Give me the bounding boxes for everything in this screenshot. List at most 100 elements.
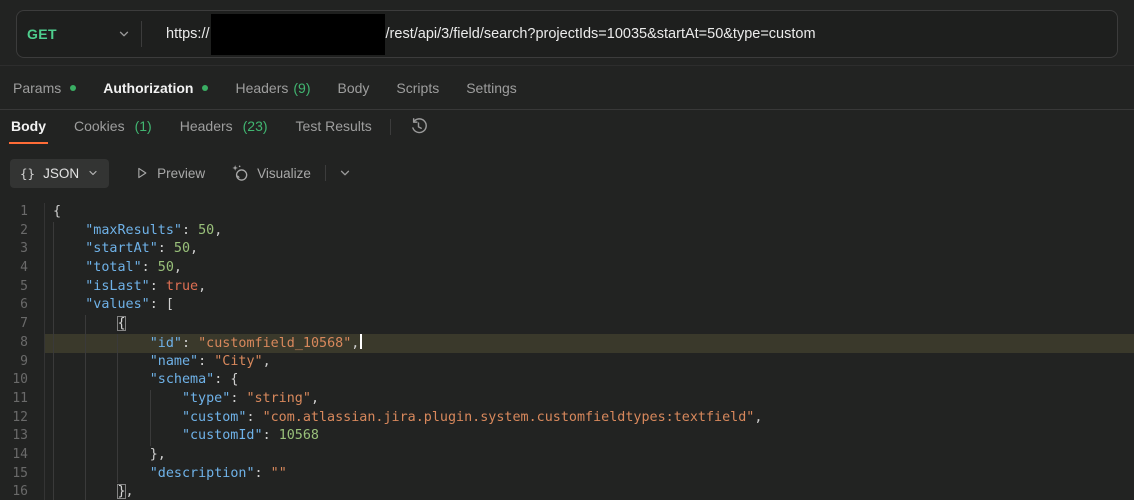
request-tab-params[interactable]: Params <box>13 80 77 96</box>
code-content: "values": [ <box>45 296 1134 316</box>
code-content: "schema": { <box>45 371 1134 390</box>
play-icon <box>135 166 149 180</box>
code-token: "custom" <box>181 409 247 425</box>
indent-guide <box>53 277 85 297</box>
code-line[interactable]: 10 "schema": { <box>0 371 1134 390</box>
tab-label: Body <box>11 118 46 134</box>
code-line[interactable]: 12 "custom": "com.atlassian.jira.plugin.s… <box>0 408 1134 428</box>
code-line[interactable]: 6 "values": [ <box>0 296 1134 316</box>
code-line[interactable]: 3 "startAt": 50, <box>0 240 1134 260</box>
indent-guide <box>53 427 85 446</box>
code-content: "customId": 10568 <box>45 427 1134 446</box>
code-token: 50 <box>157 260 174 276</box>
redacted-url-host <box>210 13 385 55</box>
code-token: "startAt" <box>85 241 158 257</box>
code-content: "type": "string", <box>45 389 1134 409</box>
code-token: , <box>754 409 763 425</box>
request-tab-body[interactable]: Body <box>338 80 370 96</box>
code-line[interactable]: 8 "id": "customfield_10568", <box>0 333 1134 353</box>
request-tab-scripts[interactable]: Scripts <box>396 80 439 96</box>
indent-guide <box>149 427 182 446</box>
line-number: 7 <box>0 315 45 334</box>
response-tab-cookies[interactable]: Cookies (1) <box>72 110 154 144</box>
code-token: "name" <box>149 353 199 369</box>
code-lines: 1{2 "maxResults": 50, 3 "startAt": 50, 4 "tot… <box>0 203 1134 500</box>
response-tab-headers[interactable]: Headers (23) <box>178 110 270 144</box>
divider <box>389 119 391 135</box>
code-token: { <box>117 316 126 332</box>
code-token: : <box>198 353 215 369</box>
response-body-editor[interactable]: 1{2 "maxResults": 50, 3 "startAt": 50, 4 "tot… <box>0 196 1134 500</box>
tab-label: Test Results <box>295 118 372 134</box>
request-tab-headers[interactable]: Headers (9) <box>235 80 310 96</box>
text-cursor <box>360 333 363 349</box>
code-line[interactable]: 16}, <box>0 483 1134 500</box>
visualize-label: Visualize <box>257 165 311 181</box>
indent-guide <box>53 464 85 484</box>
tab-count: (1) <box>134 118 152 134</box>
preview-button[interactable]: Preview <box>135 166 205 181</box>
code-token: , <box>262 353 271 369</box>
code-line[interactable]: 13 "customId": 10568 <box>0 427 1134 446</box>
code-token: "description" <box>149 465 255 481</box>
code-content: }, <box>45 445 1134 465</box>
code-token: 10568 <box>278 428 319 444</box>
code-line[interactable]: 2 "maxResults": 50, <box>0 221 1134 241</box>
code-token: : <box>181 335 199 351</box>
code-token: : <box>230 390 247 406</box>
history-clock-icon <box>409 117 428 136</box>
code-line[interactable]: 14}, <box>0 445 1134 465</box>
code-line[interactable]: 1{ <box>0 203 1134 222</box>
code-line[interactable]: 7{ <box>0 315 1134 334</box>
braces-icon: {} <box>20 165 36 181</box>
code-line[interactable]: 9 "name": "City", <box>0 352 1134 372</box>
code-line[interactable]: 11 "type": "string", <box>0 389 1134 409</box>
url-bar: GET https:// /rest/api/3/field/search?pro… <box>16 10 1118 58</box>
indent-guide <box>85 371 117 390</box>
request-tab-settings[interactable]: Settings <box>466 80 517 96</box>
code-content: "id": "customfield_10568", <box>45 333 1134 353</box>
method-selector[interactable]: GET <box>17 26 141 42</box>
code-content: "startAt": 50, <box>45 240 1134 260</box>
response-tab-test-results[interactable]: Test Results <box>294 110 374 144</box>
response-history-button[interactable] <box>405 112 433 140</box>
line-number: 13 <box>0 427 45 446</box>
code-token: : <box>149 278 166 294</box>
code-token: }, <box>149 446 166 462</box>
code-token: : <box>141 260 158 276</box>
code-content: { <box>45 315 1134 334</box>
url-prefix: https:// <box>166 26 210 42</box>
indent-guide <box>85 483 117 500</box>
indent-guide <box>53 240 85 260</box>
code-line[interactable]: 5 "isLast": true, <box>0 277 1134 297</box>
sparkle-ball-icon <box>231 164 249 182</box>
code-token: { <box>53 204 62 219</box>
collapse-response-button[interactable] <box>338 166 352 180</box>
code-token: : <box>254 465 271 481</box>
line-number: 6 <box>0 296 45 316</box>
method-label: GET <box>27 26 57 42</box>
request-tab-authorization[interactable]: Authorization <box>103 80 209 96</box>
format-selector[interactable]: {} JSON <box>10 158 110 188</box>
code-content: "name": "City", <box>45 352 1134 372</box>
response-tab-row: Body Cookies (1) Headers (23) Test Results <box>0 110 1134 150</box>
divider <box>141 21 142 47</box>
code-token: , <box>214 222 223 238</box>
visualize-button[interactable]: Visualize <box>231 164 311 182</box>
response-body-toolbar: {} JSON Preview Visualize <box>0 150 1134 196</box>
url-input[interactable]: https:// /rest/api/3/field/search?project… <box>166 13 1117 55</box>
code-token: : <box>246 409 263 425</box>
indent-guide <box>53 408 85 428</box>
code-line[interactable]: 4 "total": 50, <box>0 259 1134 278</box>
code-token: "com.atlassian.jira.plugin.system.custom… <box>262 409 755 425</box>
code-token: "total" <box>85 260 142 276</box>
line-number: 11 <box>0 389 45 409</box>
response-tab-body[interactable]: Body <box>9 110 48 144</box>
code-token: "schema" <box>149 372 215 388</box>
format-label: JSON <box>43 165 80 181</box>
code-token: } <box>117 484 126 500</box>
tab-label: Headers <box>179 118 233 134</box>
code-content: { <box>45 203 1134 222</box>
code-line[interactable]: 15 "description": "" <box>0 464 1134 484</box>
line-number: 2 <box>0 221 45 241</box>
